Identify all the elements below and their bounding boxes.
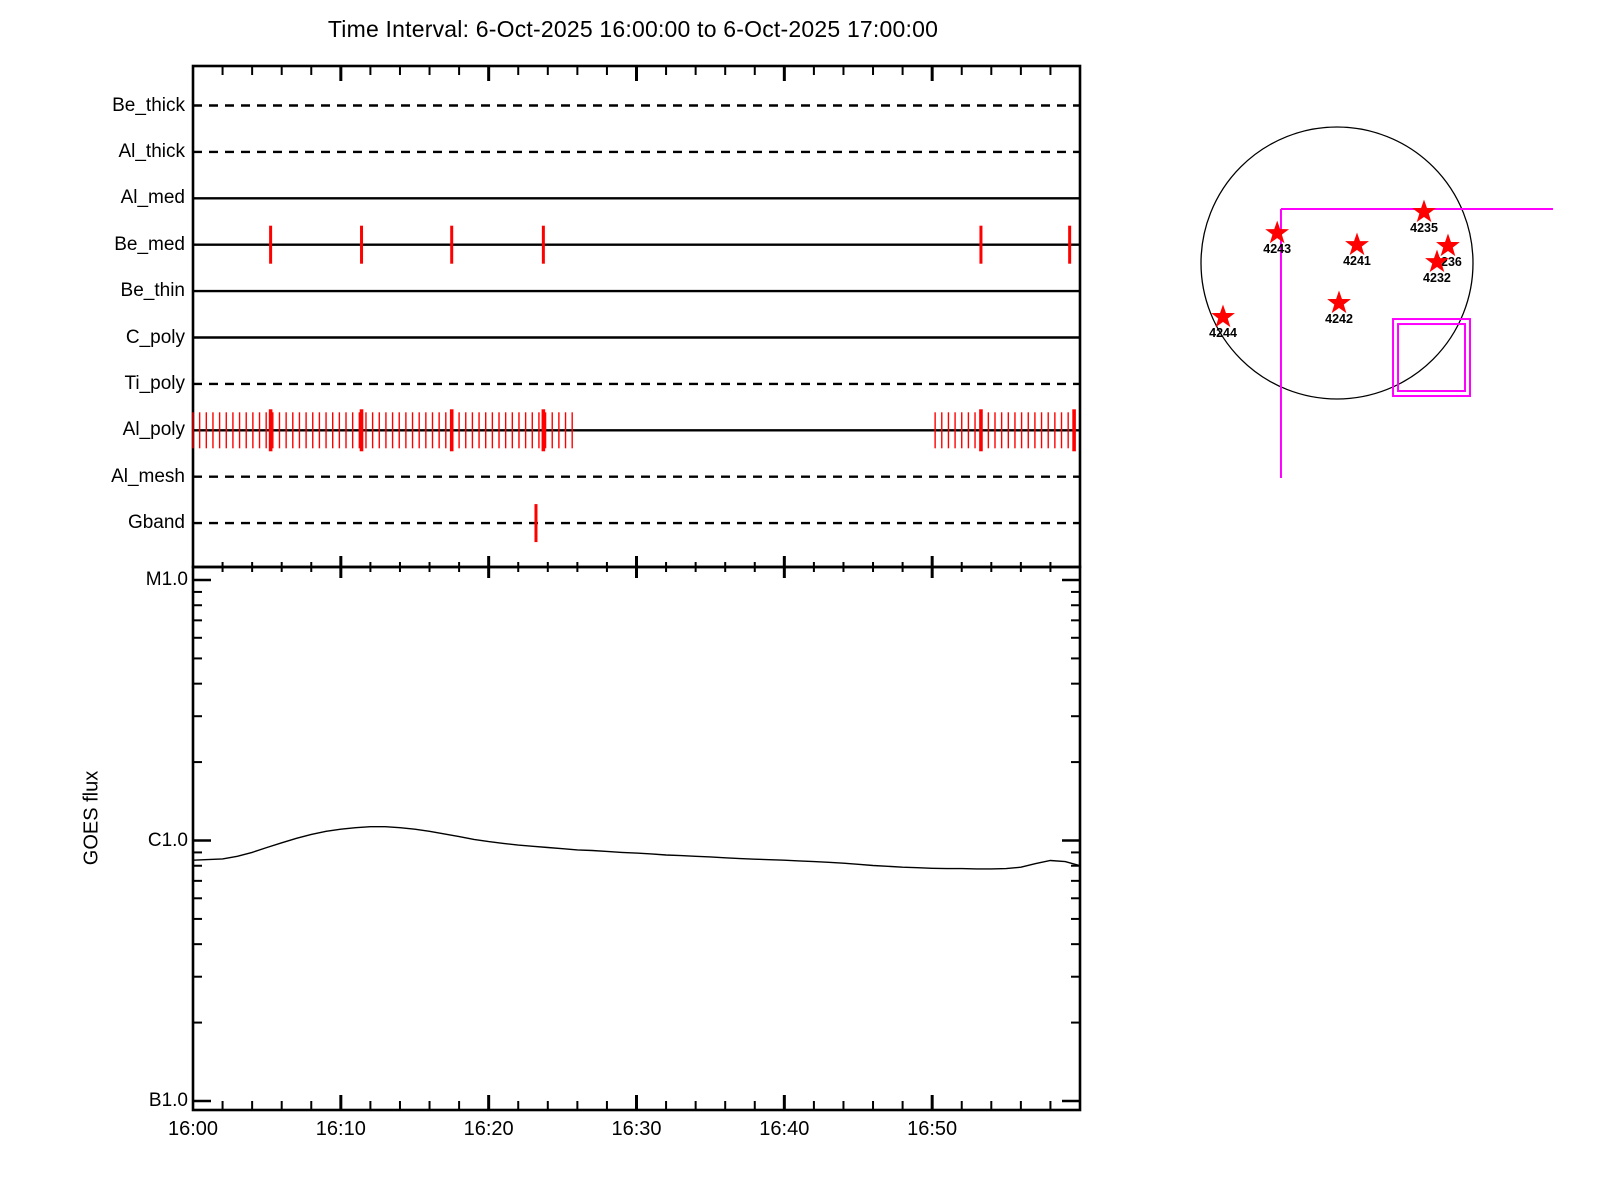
goes-curve (192, 826, 1081, 870)
active-region-label: 4243 (1263, 242, 1291, 256)
active-region-label: 4242 (1325, 312, 1353, 326)
fov-box-inner (1397, 323, 1467, 393)
goes-panel-frame (191, 565, 1082, 1112)
active-region-label: 4235 (1410, 221, 1438, 235)
active-region-star (1412, 199, 1436, 223)
active-region-label: 4244 (1209, 326, 1237, 340)
active-region-star (1327, 290, 1351, 314)
active-region-label: 4241 (1343, 254, 1371, 268)
timeline-panel-frame (191, 64, 1082, 569)
xrt-goes-observation-figure: Time Interval: 6-Oct-2025 16:00:00 to 6-… (0, 0, 1600, 1200)
fov-box (1392, 318, 1472, 398)
active-region-star (1265, 220, 1290, 244)
active-region-star (1211, 304, 1235, 328)
plot-canvas: 423542434241 4236423242424244 (191, 64, 1553, 1112)
active-region-label: 4232 (1423, 271, 1451, 285)
active-region-star (1436, 233, 1460, 257)
active-region-star (1345, 232, 1369, 256)
